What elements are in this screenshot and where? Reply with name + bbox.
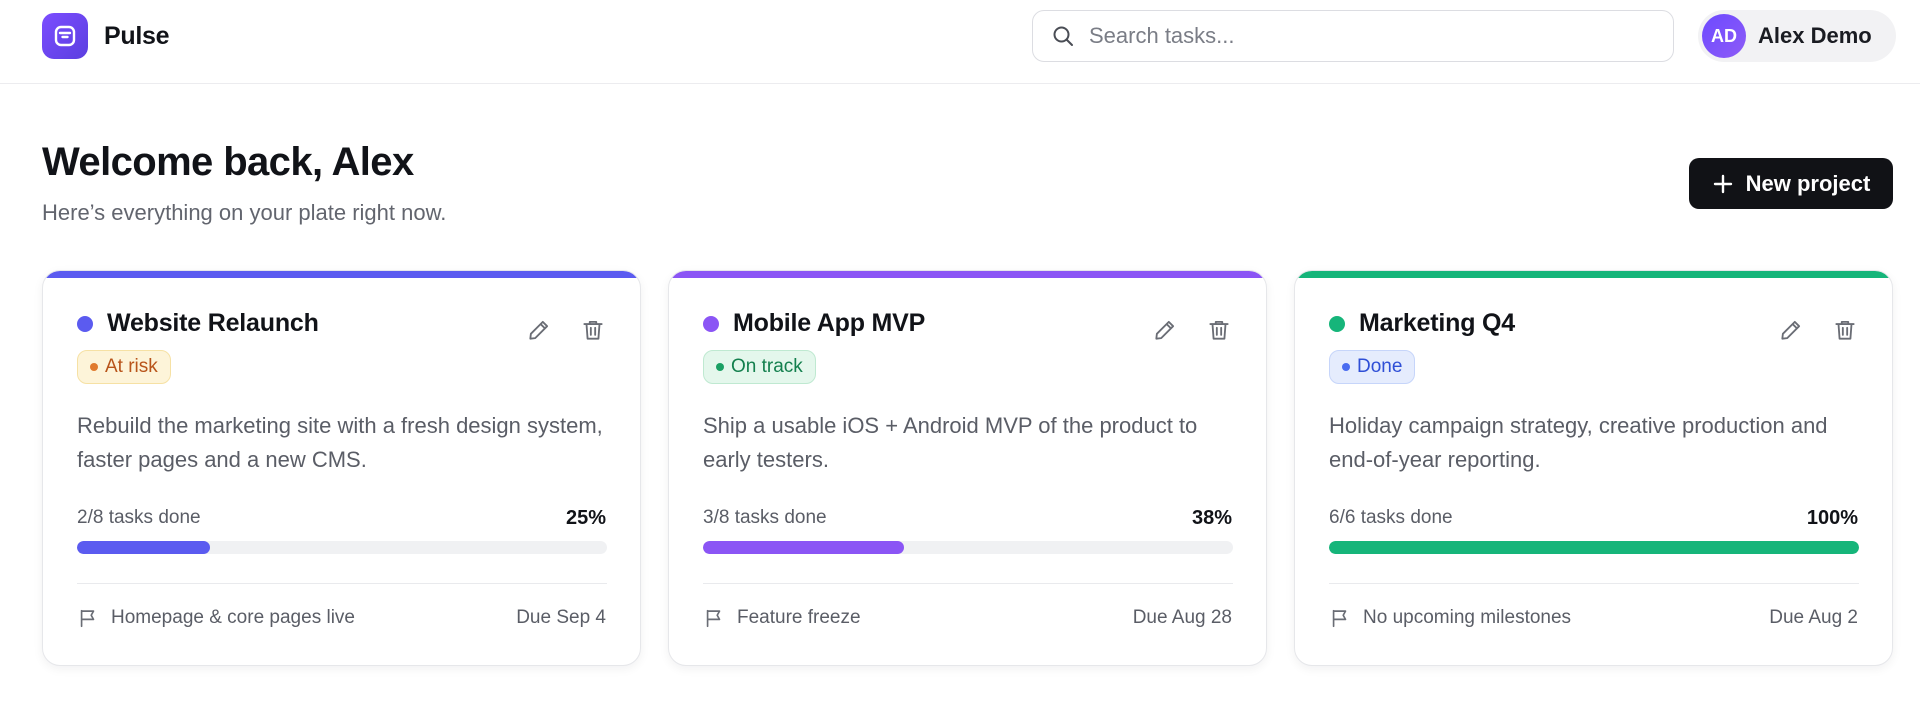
- page-subtitle: Here’s everything on your plate right no…: [42, 200, 447, 225]
- top-bar: Pulse AD Alex Demo: [0, 0, 1920, 84]
- flag-icon: [77, 607, 99, 629]
- tasks-done-label: 6/6 tasks done: [1329, 507, 1453, 528]
- new-project-label: New project: [1745, 170, 1871, 196]
- page-title: Welcome back, Alex: [42, 140, 414, 184]
- progress-bar: [77, 541, 607, 554]
- project-description: Rebuild the marketing site with a fresh …: [77, 413, 603, 472]
- pencil-icon: [529, 320, 549, 340]
- due-date: Due Aug 28: [1132, 607, 1232, 628]
- delete-button[interactable]: [1830, 315, 1860, 345]
- edit-button[interactable]: [524, 315, 554, 345]
- pencil-icon: [1781, 320, 1801, 340]
- edit-button[interactable]: [1150, 315, 1180, 345]
- progress-fill: [77, 541, 210, 554]
- user-menu[interactable]: AD Alex Demo: [1698, 10, 1896, 62]
- due-date: Due Aug 2: [1769, 607, 1858, 628]
- trash-icon: [1209, 320, 1229, 340]
- status-dot: [90, 363, 98, 371]
- progress-fill: [703, 541, 905, 554]
- status-label: Done: [1357, 356, 1403, 377]
- tasks-done-label: 3/8 tasks done: [703, 507, 827, 528]
- project-name[interactable]: Marketing Q4: [1359, 309, 1515, 338]
- brand[interactable]: Pulse: [42, 13, 170, 59]
- search-icon: [1051, 24, 1075, 48]
- card-header: Marketing Q4: [1329, 309, 1515, 338]
- status-badge: On track: [703, 350, 816, 384]
- card-accent-bar: [43, 271, 640, 278]
- project-name[interactable]: Mobile App MVP: [733, 309, 925, 338]
- progress-percent: 100%: [1806, 507, 1858, 529]
- pencil-icon: [1155, 320, 1175, 340]
- project-card[interactable]: Website Relaunch At risk Rebuild the mar…: [42, 270, 641, 666]
- next-milestone: No upcoming milestones: [1329, 607, 1571, 629]
- flag-icon: [1329, 607, 1351, 629]
- project-color-dot: [703, 315, 719, 332]
- plus-icon: [1712, 173, 1734, 195]
- user-name: Alex Demo: [1758, 23, 1872, 48]
- project-name[interactable]: Website Relaunch: [107, 309, 319, 338]
- progress-bar: [1329, 541, 1859, 554]
- divider: [77, 583, 607, 584]
- card-actions: [1126, 315, 1234, 345]
- next-milestone: Homepage & core pages live: [77, 607, 355, 629]
- delete-button[interactable]: [578, 315, 608, 345]
- milestone-label: Feature freeze: [737, 607, 861, 628]
- progress-bar: [703, 541, 1233, 554]
- edit-button[interactable]: [1776, 315, 1806, 345]
- status-label: At risk: [105, 356, 158, 377]
- delete-button[interactable]: [1204, 315, 1234, 345]
- card-accent-bar: [1295, 271, 1892, 278]
- search-bar[interactable]: [1032, 10, 1674, 62]
- card-header: Mobile App MVP: [703, 309, 925, 338]
- progress-fill: [1329, 541, 1859, 554]
- tasks-done-label: 2/8 tasks done: [77, 507, 201, 528]
- project-color-dot: [1329, 315, 1345, 332]
- project-color-dot: [77, 315, 93, 332]
- trash-icon: [1835, 320, 1855, 340]
- next-milestone: Feature freeze: [703, 607, 861, 629]
- pulse-logo-icon: [42, 13, 88, 59]
- due-date: Due Sep 4: [516, 607, 606, 628]
- progress-percent: 25%: [565, 507, 606, 529]
- status-label: On track: [731, 356, 803, 377]
- card-accent-bar: [669, 271, 1266, 278]
- search-input[interactable]: [1089, 23, 1649, 49]
- project-description: Ship a usable iOS + Android MVP of the p…: [703, 413, 1198, 472]
- card-header: Website Relaunch: [77, 309, 319, 338]
- status-badge: At risk: [77, 350, 171, 384]
- divider: [1329, 583, 1859, 584]
- card-actions: [500, 315, 608, 345]
- app-name: Pulse: [104, 21, 170, 50]
- status-badge: Done: [1329, 350, 1416, 384]
- project-card[interactable]: Mobile App MVP On track Ship a usable iO…: [668, 270, 1267, 666]
- project-card[interactable]: Marketing Q4 Done Holiday campaign strat…: [1294, 270, 1893, 666]
- milestone-label: No upcoming milestones: [1363, 607, 1572, 628]
- avatar: AD: [1702, 14, 1746, 58]
- status-dot: [1342, 363, 1350, 371]
- progress-percent: 38%: [1191, 507, 1232, 529]
- milestone-label: Homepage & core pages live: [111, 607, 355, 628]
- card-actions: [1752, 315, 1860, 345]
- divider: [703, 583, 1233, 584]
- new-project-button[interactable]: New project: [1689, 158, 1893, 209]
- project-description: Holiday campaign strategy, creative prod…: [1329, 413, 1828, 472]
- flag-icon: [703, 607, 725, 629]
- status-dot: [716, 363, 724, 371]
- trash-icon: [583, 320, 603, 340]
